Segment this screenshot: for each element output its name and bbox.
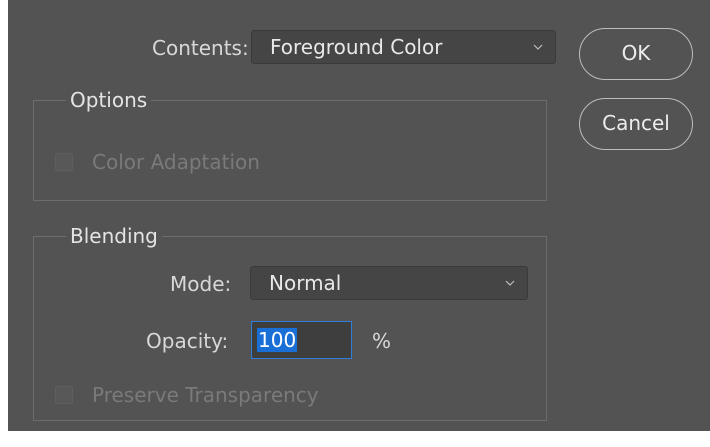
chevron-down-icon xyxy=(533,44,543,50)
opacity-unit: % xyxy=(372,329,392,353)
fill-dialog: Contents: Foreground Color OK Cancel Opt… xyxy=(8,0,710,431)
options-legend: Options xyxy=(66,88,152,112)
contents-label: Contents: xyxy=(152,36,249,60)
mode-select-value: Normal xyxy=(269,271,342,295)
preserve-transparency-checkbox[interactable] xyxy=(55,386,73,404)
color-adaptation-label: Color Adaptation xyxy=(92,150,260,174)
preserve-transparency-label: Preserve Transparency xyxy=(92,383,319,407)
ok-button[interactable]: OK xyxy=(579,28,693,80)
cancel-button[interactable]: Cancel xyxy=(579,98,693,150)
blending-legend: Blending xyxy=(66,224,162,248)
opacity-label: Opacity: xyxy=(146,329,229,353)
mode-label: Mode: xyxy=(170,272,232,296)
contents-select-value: Foreground Color xyxy=(270,35,443,59)
mode-select[interactable]: Normal xyxy=(250,266,528,300)
opacity-input-value: 100 xyxy=(257,328,298,352)
chevron-down-icon xyxy=(505,280,515,286)
color-adaptation-checkbox[interactable] xyxy=(55,153,73,171)
opacity-input[interactable]: 100 xyxy=(251,321,352,359)
contents-select[interactable]: Foreground Color xyxy=(251,30,556,64)
